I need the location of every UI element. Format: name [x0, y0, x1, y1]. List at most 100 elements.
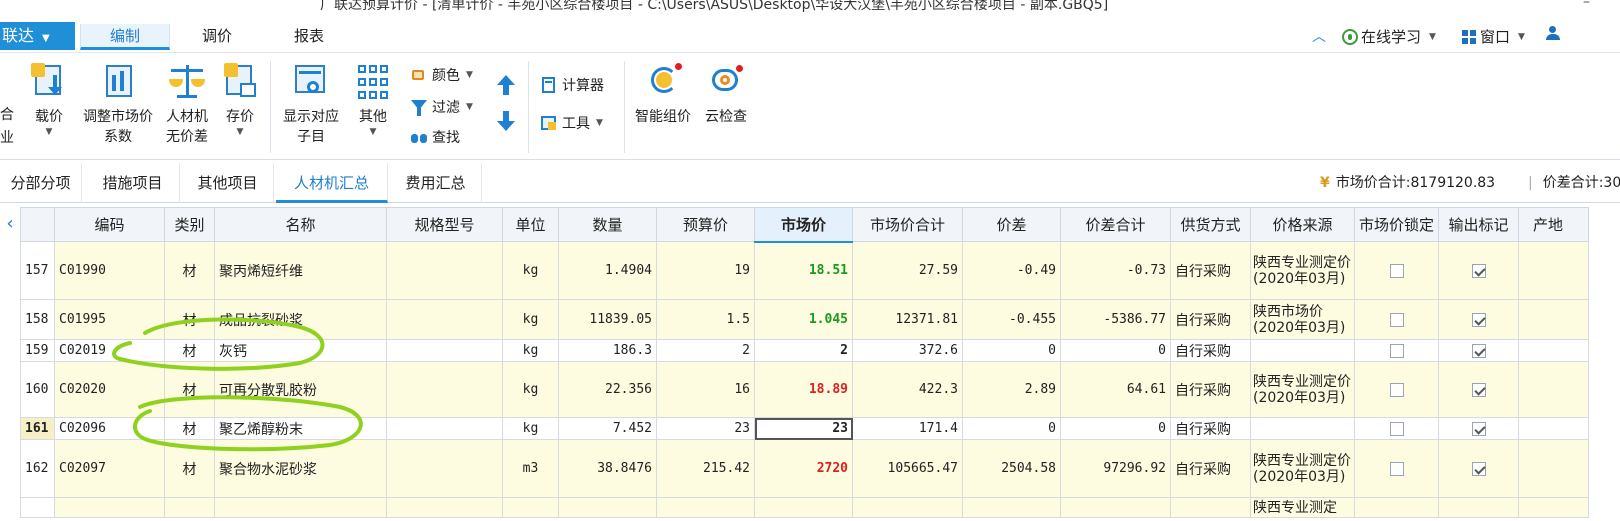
- row-number[interactable]: 157: [20, 241, 55, 300]
- cell-price-source[interactable]: 陕西专业测定价(2020年03月): [1250, 361, 1355, 418]
- window-menu-button[interactable]: 窗口 ▼: [1462, 26, 1525, 47]
- cell-market-total[interactable]: 422.3: [852, 361, 963, 418]
- cell-origin[interactable]: [1518, 241, 1589, 300]
- output-mark-checkbox[interactable]: [1471, 263, 1486, 278]
- tab-other-items[interactable]: 其他项目: [182, 163, 274, 203]
- cell-unit[interactable]: kg: [502, 417, 559, 440]
- cell-code[interactable]: C02019: [54, 339, 165, 362]
- cell-market-price[interactable]: 2: [754, 339, 853, 362]
- app-menu-button[interactable]: 联达 ▼: [0, 22, 75, 50]
- cell-budget-price[interactable]: 215.42: [656, 439, 755, 498]
- output-mark-checkbox[interactable]: [1471, 421, 1486, 436]
- cell-supply-method[interactable]: 自行采购: [1170, 417, 1251, 440]
- cell-market-total[interactable]: 171.4: [852, 417, 963, 440]
- menu-tab-reports[interactable]: 报表: [264, 24, 354, 50]
- cell-quantity[interactable]: 38.8476: [558, 439, 657, 498]
- cell-code[interactable]: C01995: [54, 299, 165, 340]
- column-header[interactable]: 类别: [164, 207, 215, 242]
- save-price-button[interactable]: 存价 ▼: [218, 61, 262, 137]
- tab-sub-items[interactable]: 分部分项: [0, 163, 82, 203]
- cell-name[interactable]: 可再分散乳胶粉: [214, 361, 387, 418]
- cell-price-source[interactable]: [1250, 339, 1355, 362]
- cell-diff-total[interactable]: -0.73: [1060, 241, 1171, 300]
- cell-spec[interactable]: [386, 241, 503, 300]
- cell-spec[interactable]: [386, 299, 503, 340]
- cell-spec[interactable]: [386, 439, 503, 498]
- cell-market-price[interactable]: [754, 497, 853, 518]
- cell-name[interactable]: 聚合物水泥砂浆: [214, 439, 387, 498]
- cell-spec[interactable]: [386, 497, 503, 518]
- cell-market-price[interactable]: 2720: [754, 439, 853, 498]
- column-header[interactable]: 输出标记: [1438, 207, 1519, 242]
- cell-market-price[interactable]: 1.045: [754, 299, 853, 340]
- market-lock-checkbox[interactable]: [1389, 382, 1404, 397]
- move-up-button[interactable]: [496, 75, 516, 97]
- column-header[interactable]: 数量: [558, 207, 657, 242]
- cell-code[interactable]: C02097: [54, 439, 165, 498]
- cell-unit[interactable]: kg: [502, 339, 559, 362]
- cell-market-total[interactable]: [852, 497, 963, 518]
- no-price-diff-button[interactable]: 人材机 无价差: [160, 61, 214, 147]
- cell-type[interactable]: [164, 497, 215, 518]
- cell-supply-method[interactable]: 自行采购: [1170, 339, 1251, 362]
- minimize-button[interactable]: –: [1583, 0, 1590, 10]
- cell-unit[interactable]: [502, 497, 559, 518]
- find-button[interactable]: 查找: [410, 125, 460, 149]
- move-down-button[interactable]: [496, 111, 516, 133]
- tools-button[interactable]: 工具 ▼: [540, 111, 603, 135]
- show-sub-items-button[interactable]: 显示对应 子目: [278, 61, 344, 147]
- cell-price-source[interactable]: 陕西专业测定价(2020年03月): [1250, 241, 1355, 300]
- cell-type[interactable]: 材: [164, 361, 215, 418]
- table-row[interactable]: 陕西专业测定: [20, 497, 1589, 518]
- cell-type[interactable]: 材: [164, 241, 215, 300]
- cell-unit[interactable]: kg: [502, 299, 559, 340]
- cell-origin[interactable]: [1518, 361, 1589, 418]
- cell-price-source[interactable]: 陕西专业测定价(2020年03月): [1250, 439, 1355, 498]
- cell-diff-total[interactable]: 97296.92: [1060, 439, 1171, 498]
- collapse-ribbon-button[interactable]: ︿: [1312, 26, 1326, 46]
- table-row[interactable]: 159 C02019 材灰钙 kg 186.3 2 2 372.6 0 0 自行采购: [20, 339, 1589, 362]
- cloud-check-button[interactable]: 云检查: [700, 61, 752, 127]
- cell-type[interactable]: 材: [164, 417, 215, 440]
- cell-quantity[interactable]: [558, 497, 657, 518]
- table-row[interactable]: 162 C02097 材聚合物水泥砂浆 m3 38.8476 215.42 2720 1056…: [20, 439, 1589, 498]
- table-row[interactable]: 158 C01995 材成品抗裂砂浆 kg 11839.05 1.5 1.045 12371.…: [20, 299, 1589, 340]
- column-header[interactable]: 供货方式: [1170, 207, 1251, 242]
- tab-measures[interactable]: 措施项目: [86, 163, 180, 203]
- column-header[interactable]: 市场价合计: [852, 207, 963, 242]
- calculator-button[interactable]: 计算器: [540, 73, 604, 97]
- cell-code[interactable]: C02020: [54, 361, 165, 418]
- cell-supply-method[interactable]: 自行采购: [1170, 361, 1251, 418]
- cell-price-diff[interactable]: 0: [962, 339, 1061, 362]
- column-header[interactable]: 编码: [54, 207, 165, 242]
- column-header[interactable]: 预算价: [656, 207, 755, 242]
- column-header[interactable]: 单位: [502, 207, 559, 242]
- cell-name[interactable]: 成品抗裂砂浆: [214, 299, 387, 340]
- cell-spec[interactable]: [386, 339, 503, 362]
- table-row[interactable]: 157 C01990 材聚丙烯短纤维 kg 1.4904 19 18.51 27.59 -0.4…: [20, 241, 1589, 300]
- output-mark-checkbox[interactable]: [1471, 461, 1486, 476]
- row-number[interactable]: 160: [20, 361, 55, 418]
- market-lock-checkbox[interactable]: [1389, 421, 1404, 436]
- cell-price-source[interactable]: [1250, 417, 1355, 440]
- adjust-market-coefficient-button[interactable]: 调整市场价 系数: [78, 61, 158, 147]
- output-mark-checkbox[interactable]: [1471, 343, 1486, 358]
- column-header[interactable]: 价差: [962, 207, 1061, 242]
- cell-supply-method[interactable]: 自行采购: [1170, 299, 1251, 340]
- cell-type[interactable]: 材: [164, 299, 215, 340]
- cell-price-diff[interactable]: -0.455: [962, 299, 1061, 340]
- cell-quantity[interactable]: 186.3: [558, 339, 657, 362]
- collapse-panel-button[interactable]: ‹: [0, 207, 20, 241]
- other-button[interactable]: 其他 ▼: [350, 61, 396, 137]
- cell-type[interactable]: 材: [164, 339, 215, 362]
- row-number[interactable]: 161: [20, 417, 55, 440]
- cell-market-total[interactable]: 105665.47: [852, 439, 963, 498]
- cell-budget-price[interactable]: 1.5: [656, 299, 755, 340]
- cell-budget-price[interactable]: [656, 497, 755, 518]
- column-header[interactable]: 市场价: [754, 207, 853, 243]
- market-lock-checkbox[interactable]: [1389, 343, 1404, 358]
- online-learning-button[interactable]: 在线学习 ▼: [1342, 26, 1436, 47]
- cell-name[interactable]: 灰钙: [214, 339, 387, 362]
- cell-origin[interactable]: [1518, 497, 1589, 518]
- market-lock-checkbox[interactable]: [1389, 263, 1404, 278]
